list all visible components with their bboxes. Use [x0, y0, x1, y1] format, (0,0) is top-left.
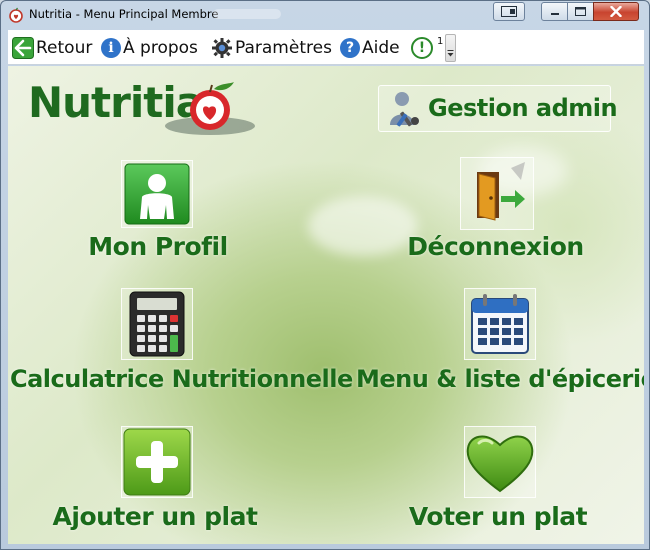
admin-management-label: Gestion admin: [428, 94, 618, 122]
back-arrow-icon: [12, 37, 34, 59]
calculator-tile[interactable]: [121, 288, 193, 360]
alert-icon: !: [411, 37, 433, 59]
about-label: À propos: [123, 38, 198, 58]
notification-count: 1: [437, 35, 444, 47]
back-label: Retour: [36, 38, 93, 58]
logout-tile[interactable]: [460, 157, 534, 230]
gear-icon: [212, 38, 232, 58]
help-icon: ?: [340, 38, 360, 58]
app-window: Nutritia - Menu Principal Membre Retour …: [0, 0, 650, 550]
vote-dish-label[interactable]: Voter un plat: [403, 502, 593, 531]
background-apple-highlight: [308, 196, 418, 256]
back-menu-item[interactable]: Retour: [12, 36, 92, 60]
minimize-button[interactable]: [541, 2, 568, 21]
apple-logo-icon: [165, 82, 255, 135]
menu-list-tile[interactable]: [464, 288, 536, 360]
add-dish-label[interactable]: Ajouter un plat: [50, 502, 260, 531]
admin-user-icon: [390, 91, 419, 126]
maximize-icon: [575, 7, 586, 16]
vote-dish-tile[interactable]: [464, 426, 536, 498]
calendar-icon: [471, 294, 529, 354]
close-icon: [610, 6, 622, 17]
about-menu-item[interactable]: i À propos: [101, 36, 198, 60]
menu-list-label[interactable]: Menu & liste d'épicerie: [356, 365, 644, 393]
profile-user-icon: [124, 163, 190, 225]
calculator-label[interactable]: Calculatrice Nutritionnelle: [10, 365, 353, 393]
profile-tile[interactable]: [121, 160, 193, 228]
title-bar[interactable]: Nutritia - Menu Principal Membre: [1, 1, 649, 29]
nutritia-app-icon: [9, 7, 23, 23]
profile-label[interactable]: Mon Profil: [78, 232, 238, 261]
help-label: Aide: [362, 38, 400, 58]
extra-window-button[interactable]: [493, 2, 525, 21]
help-menu-item[interactable]: ? Aide: [340, 36, 400, 60]
plus-icon: [123, 428, 191, 496]
heart-icon: [466, 435, 534, 493]
main-content: Nutritia Gestion admin Mon Profil Déconn…: [8, 66, 644, 544]
admin-management-button[interactable]: Gestion admin: [378, 85, 618, 132]
settings-label: Paramètres: [235, 38, 332, 58]
info-icon: i: [101, 38, 121, 58]
add-dish-tile[interactable]: [121, 426, 193, 498]
minimize-icon: [550, 12, 559, 15]
overflow-chevron-icon: [447, 50, 454, 57]
calculator-icon: [129, 291, 185, 357]
notifications-menu-item[interactable]: ! 1: [411, 36, 443, 60]
window-title: Nutritia - Menu Principal Membre: [29, 7, 219, 21]
title-glow: [213, 9, 281, 19]
logout-label[interactable]: Déconnexion: [403, 232, 588, 261]
logout-door-icon: [477, 161, 525, 221]
window-snap-icon: [501, 6, 517, 17]
settings-menu-item[interactable]: Paramètres: [211, 36, 332, 60]
menu-bar: Retour i À propos Paramètres ? Aide ! 1: [8, 30, 644, 65]
menu-overflow-button[interactable]: [445, 34, 456, 62]
maximize-button[interactable]: [567, 2, 594, 21]
close-button[interactable]: [593, 2, 639, 21]
